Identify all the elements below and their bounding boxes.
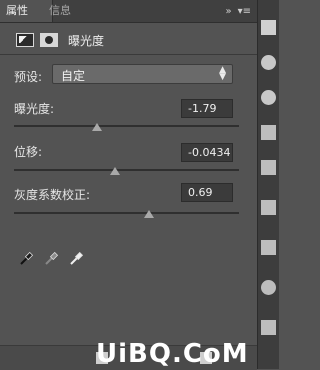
preset-dropdown[interactable]: 自定 ▲ ▼	[52, 64, 233, 84]
divider	[0, 54, 257, 55]
exposure-input[interactable]: -1.79	[181, 99, 233, 118]
exposure-label: 曝光度:	[14, 102, 55, 116]
right-toolbar	[258, 0, 279, 369]
preset-label: 预设:	[14, 70, 43, 84]
menu-icon[interactable]: ▾≡	[238, 6, 251, 17]
gamma-input[interactable]: 0.69	[181, 183, 233, 202]
tools-icon[interactable]	[261, 320, 276, 335]
styles-icon[interactable]	[261, 280, 276, 295]
double-chevron-right-icon[interactable]: »	[225, 6, 231, 17]
character-icon[interactable]	[261, 240, 276, 255]
layers-icon[interactable]	[261, 20, 276, 35]
white-point-eyedropper-icon[interactable]	[68, 251, 84, 267]
panel-tab-bar: 属性 信息 » ▾≡	[0, 0, 257, 23]
gray-point-eyedropper-icon[interactable]	[43, 251, 59, 267]
adjustment-title: 曝光度	[68, 34, 105, 48]
adjustment-layer-icon[interactable]	[16, 33, 34, 47]
exposure-slider-track[interactable]	[14, 125, 239, 127]
panel-controls: » ▾≡	[225, 4, 251, 18]
gamma-label: 灰度系数校正:	[14, 188, 91, 202]
offset-label: 位移:	[14, 145, 43, 159]
mask-icon[interactable]	[40, 33, 58, 47]
paragraph-icon[interactable]	[261, 125, 276, 140]
gamma-slider-thumb[interactable]	[144, 210, 154, 218]
brush-icon[interactable]	[261, 160, 276, 175]
offset-slider-thumb[interactable]	[110, 167, 121, 175]
preset-value: 自定	[61, 69, 86, 83]
offset-input[interactable]: -0.0434	[181, 143, 233, 162]
up-down-arrow-icon: ▲ ▼	[219, 65, 226, 82]
properties-panel: 属性 信息 » ▾≡ 曝光度 预设: 自定 ▲ ▼ 曝光度: -1.79 位移: …	[0, 0, 258, 370]
color-icon[interactable]	[261, 90, 276, 105]
black-point-eyedropper-icon[interactable]	[18, 251, 34, 267]
tab-info[interactable]: 信息	[43, 0, 77, 22]
swatches-icon[interactable]	[261, 200, 276, 215]
watermark: UiBQ.CoM	[96, 339, 249, 369]
adjustment-header: 曝光度	[0, 25, 257, 53]
offset-slider-track[interactable]	[14, 169, 239, 171]
adjustments-icon[interactable]	[261, 55, 276, 70]
exposure-slider-thumb[interactable]	[92, 123, 103, 131]
gamma-slider-track[interactable]	[14, 212, 239, 214]
